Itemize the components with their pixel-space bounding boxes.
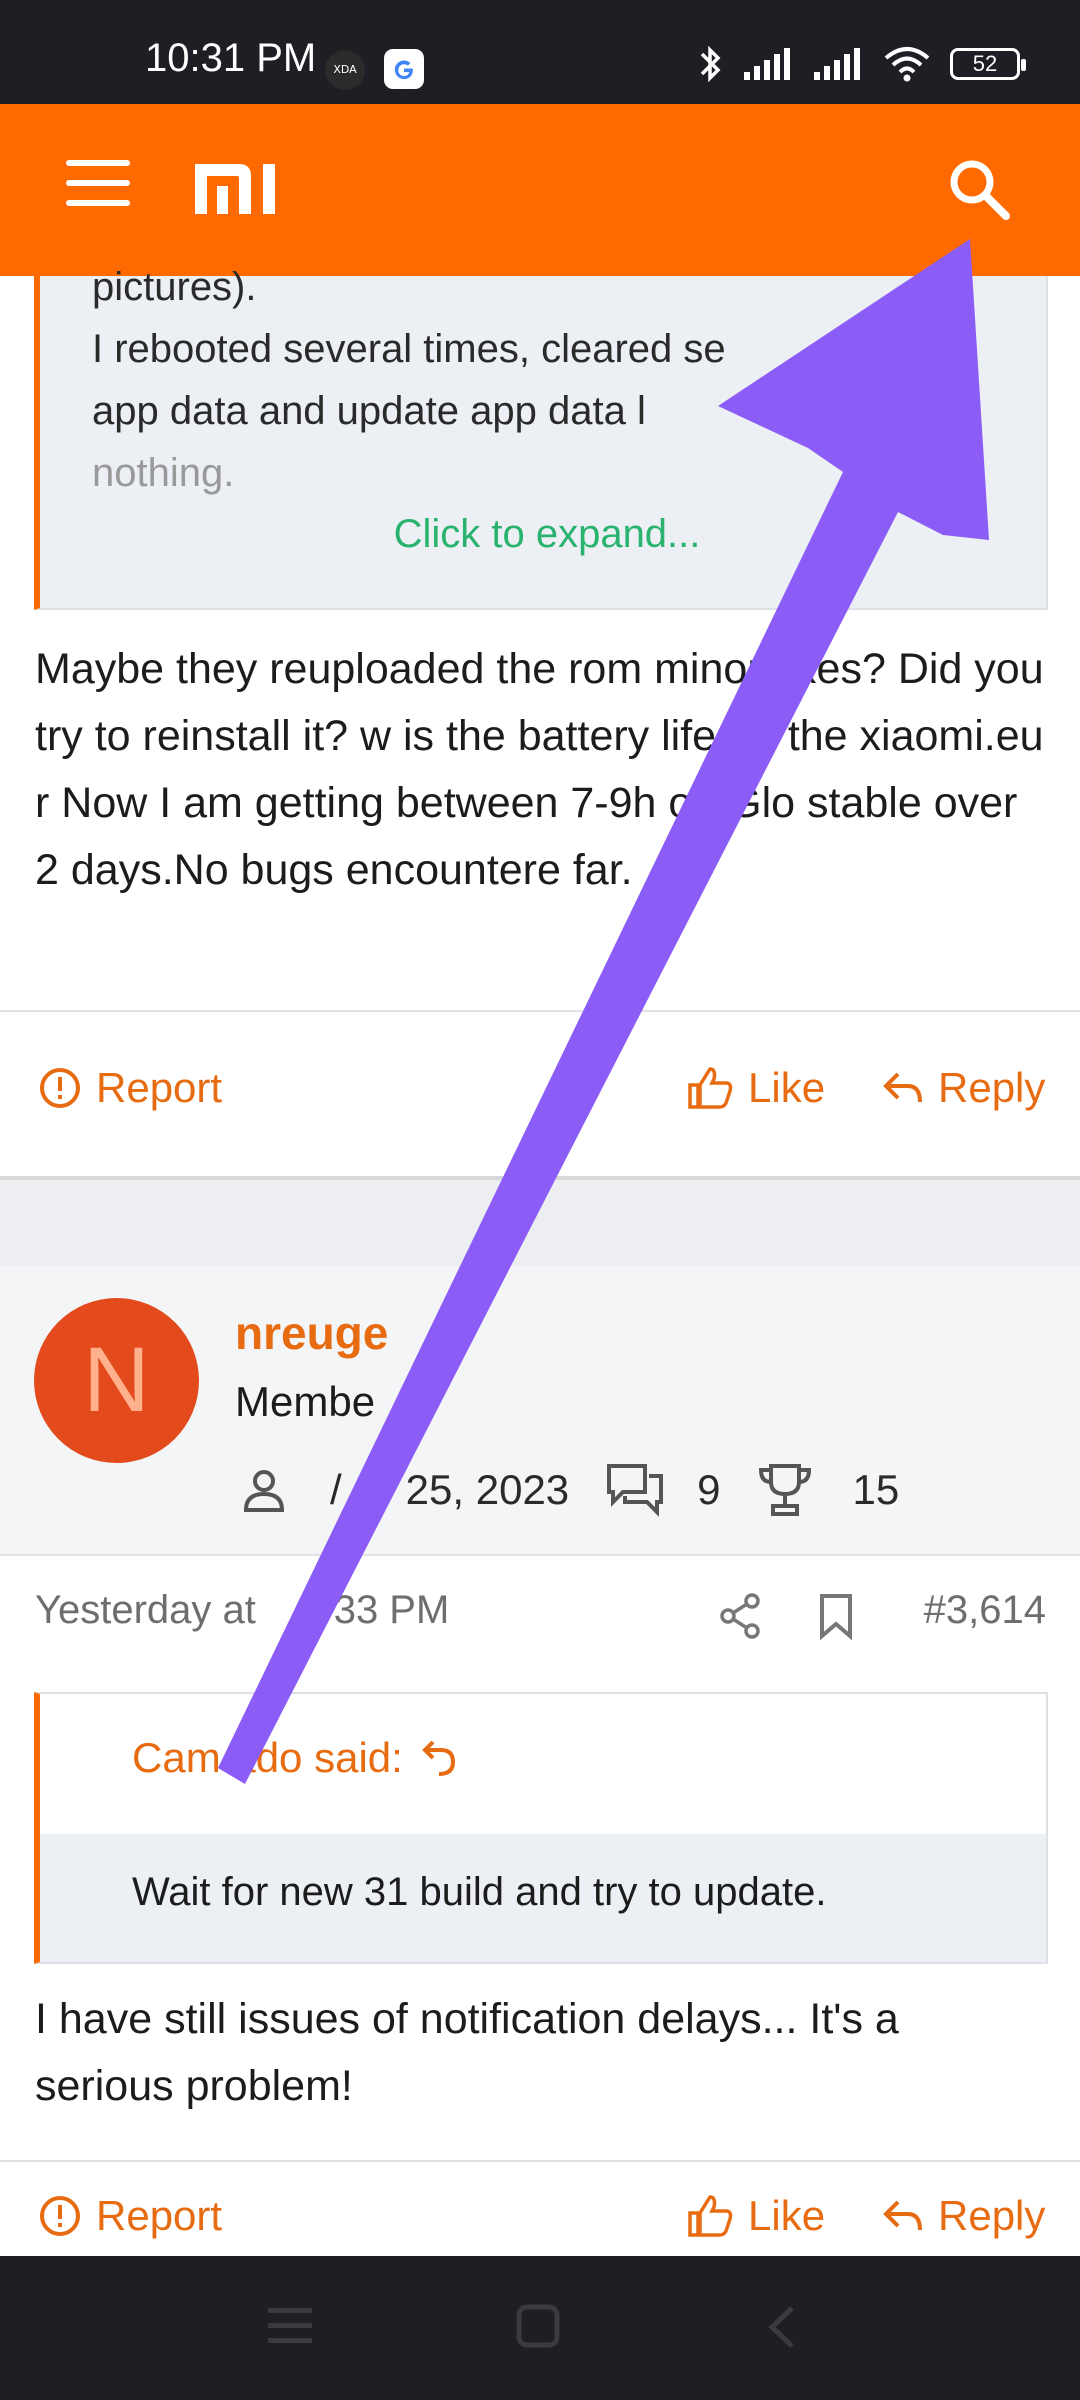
alert-icon [40,1068,80,1108]
user-icon [243,1470,285,1512]
status-icons: 52 [698,44,1026,84]
post-date[interactable]: Yesterday at 33 PM [35,1588,449,1633]
home-icon[interactable] [516,2304,560,2348]
like-button[interactable]: Like [686,1064,825,1112]
share-icon[interactable] [718,1592,762,1640]
google-icon [384,49,424,89]
thumbs-up-icon [688,2195,733,2237]
go-to-quote-icon [421,1740,455,1776]
reply-icon [883,1072,922,1103]
alert-icon [40,2196,80,2236]
quote-block-2: Cam ado said: Wait for new 31 build and … [34,1692,1048,1964]
post-actions: Report Like Reply [0,1036,1080,1146]
status-bar: 10:31 PM XDA 52 [0,0,1080,104]
bookmark-icon[interactable] [818,1592,854,1640]
quote-body-2: Wait for new 31 build and try to update. [40,1834,1046,1962]
reply-button-2[interactable]: Reply [882,2192,1045,2240]
post-actions-2: Report Like Reply [0,2186,1080,2256]
wifi-icon [884,47,930,82]
menu-button[interactable] [66,160,130,220]
user-header: N nreuge Membe / 25, 2023 9 15 [0,1266,1080,1554]
system-nav-bar [0,2256,1080,2400]
username[interactable]: nreuge [235,1306,388,1360]
recents-icon[interactable] [268,2306,312,2346]
message-count: 9 [697,1466,721,1513]
post-separator [0,1180,1080,1266]
post-meta: Yesterday at 33 PM #3,614 [0,1556,1080,1676]
post-body-2: I have still issues of notification dela… [35,1995,899,2110]
menu-icon [66,160,130,166]
avatar[interactable]: N [34,1298,199,1463]
quote-text-2: Wait for new 31 build and try to update. [132,1870,827,1914]
reply-icon [883,2200,922,2231]
xda-icon: XDA [325,50,365,90]
joined-date: 25, 2023 [405,1466,570,1513]
trophy-icon [758,1464,811,1516]
reply-button[interactable]: Reply [882,1064,1045,1112]
search-button[interactable] [940,150,1020,230]
app-bar [0,104,1080,276]
signal-icon [744,48,790,80]
report-button[interactable]: Report [38,1064,222,1112]
quote-author[interactable]: Cam ado said: [132,1734,457,1782]
divider [0,2160,1080,2162]
messages-icon [607,1464,664,1517]
quote-text: pictures). I rebooted several times, cle… [92,265,726,495]
battery-icon: 52 [950,48,1026,80]
user-stats: / 25, 2023 9 15 [240,1462,899,1518]
thumbs-up-icon [688,1067,733,1109]
like-button-2[interactable]: Like [686,2192,825,2240]
post-number[interactable]: #3,614 [924,1588,1046,1633]
search-icon [950,160,1010,220]
status-time: 10:31 PM [145,36,317,80]
divider [0,1010,1080,1012]
report-button-2[interactable]: Report [38,2192,222,2240]
points-count: 15 [852,1466,900,1513]
post-body: Maybe they reuploaded the rom minor fixe… [35,645,1044,894]
bluetooth-icon [700,45,721,83]
signal-icon-2 [814,48,860,80]
back-icon[interactable] [764,2304,798,2350]
mi-logo[interactable] [195,164,285,214]
user-title: Membe [235,1378,376,1425]
click-to-expand-link[interactable]: Click to expand... [40,512,1054,557]
